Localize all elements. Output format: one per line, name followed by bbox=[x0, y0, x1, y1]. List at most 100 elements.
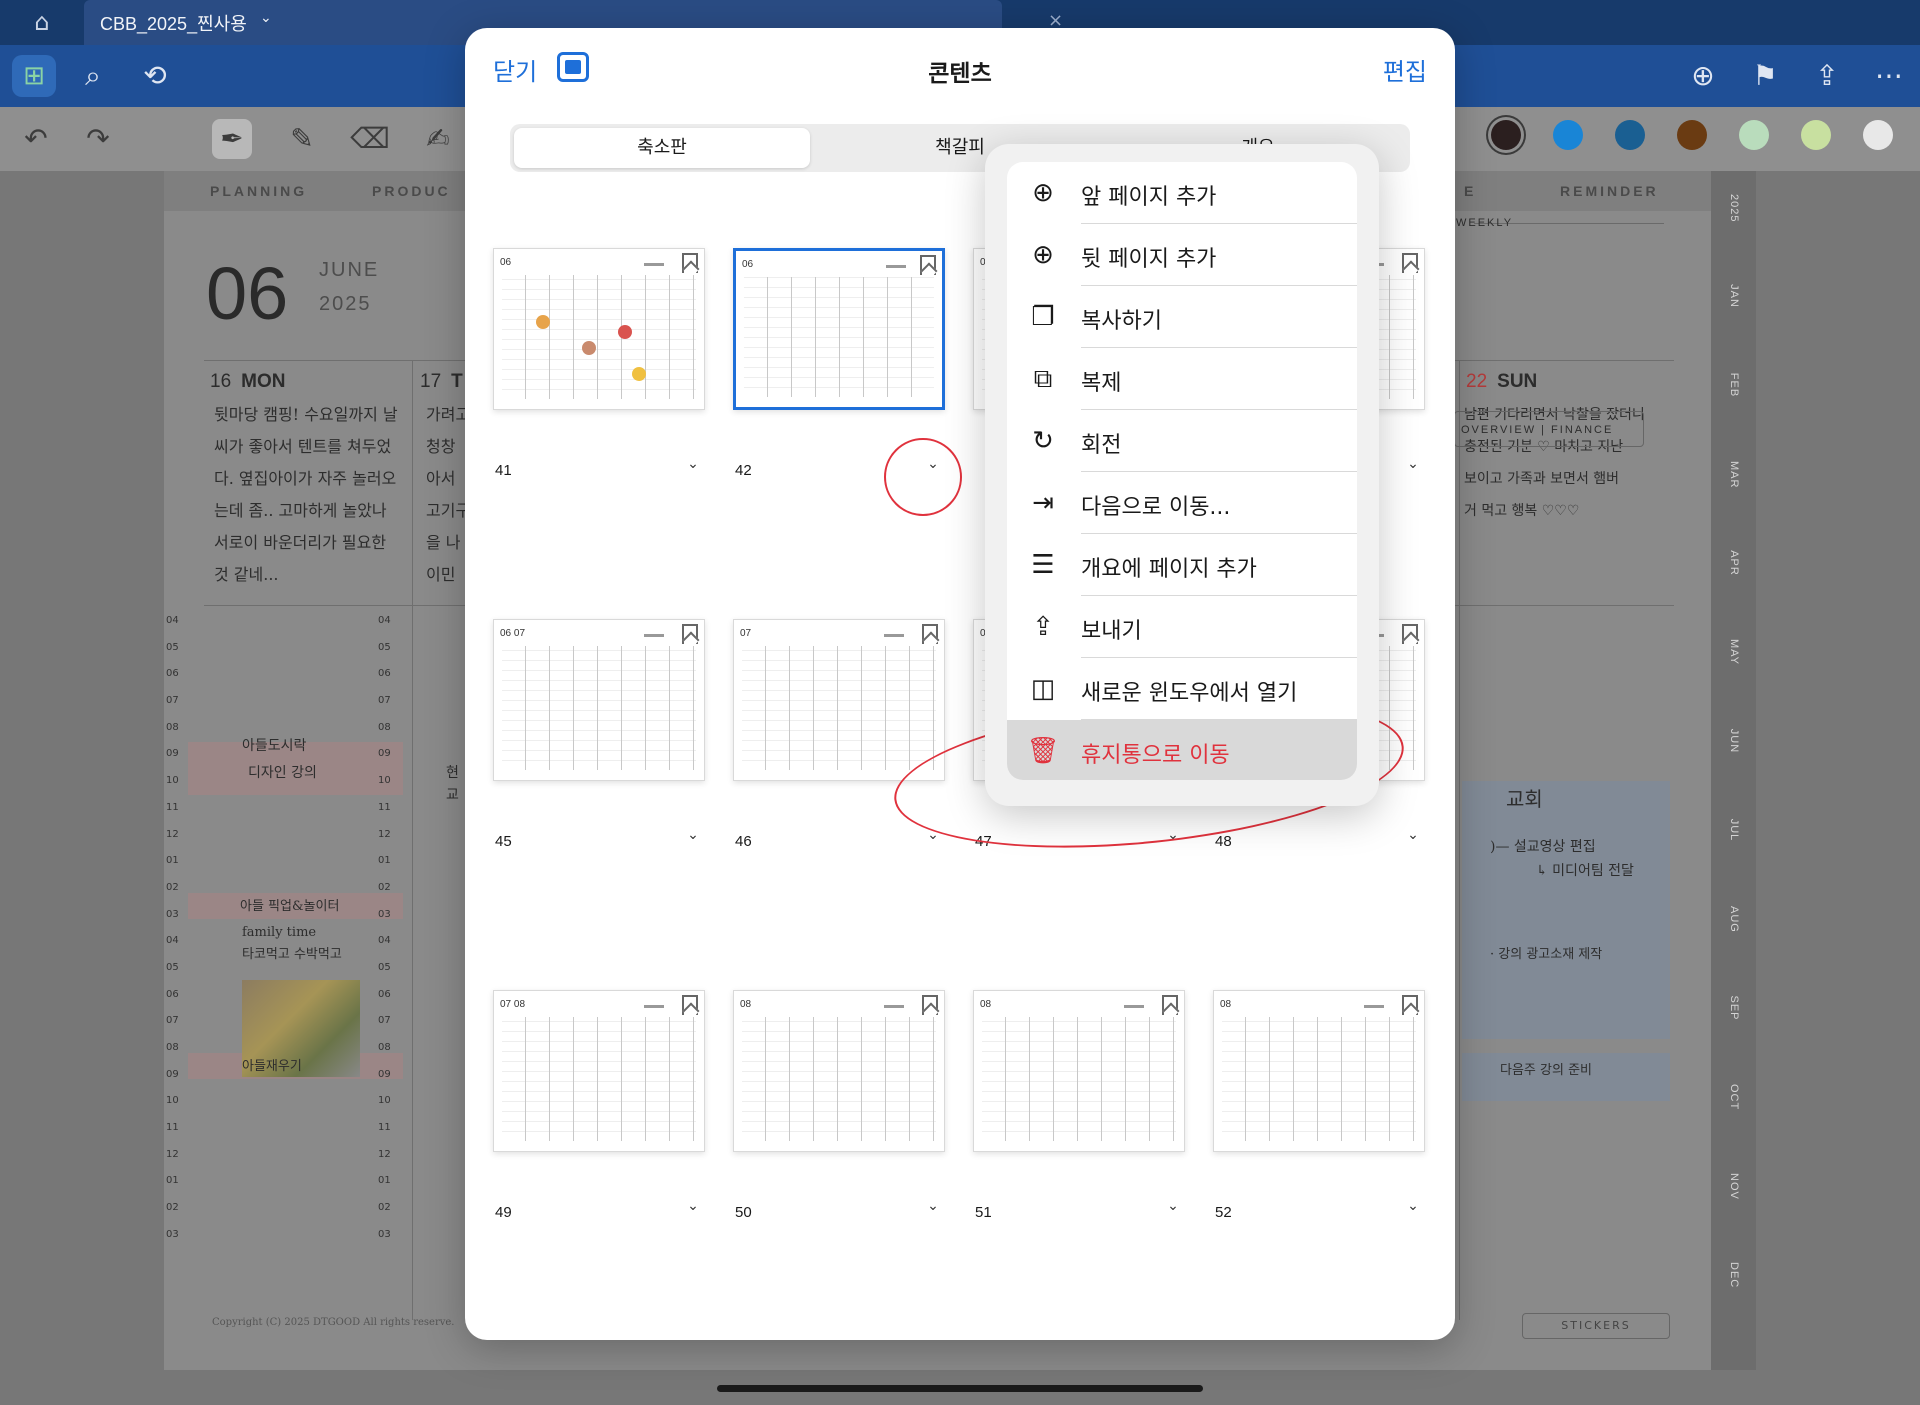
sun-event: ↳ 미디어팀 전달 bbox=[1536, 863, 1634, 879]
chevron-down-icon[interactable]: ⌄ bbox=[683, 1198, 703, 1214]
thumbnail-grid bbox=[742, 1017, 936, 1141]
hour-label: 10 bbox=[378, 1095, 391, 1107]
rotate-icon: ↻ bbox=[1032, 426, 1054, 456]
chevron-down-icon[interactable]: ⌄ bbox=[1403, 1198, 1423, 1214]
page-number: 46 bbox=[735, 833, 752, 850]
month-tab[interactable]: FEB bbox=[1728, 372, 1740, 398]
bookmark-icon[interactable] bbox=[1402, 253, 1418, 273]
weekly-tabs[interactable]: OVERVIEW | FINANCE bbox=[1454, 411, 1644, 447]
bookmark-icon[interactable] bbox=[1162, 995, 1178, 1015]
color-swatch[interactable] bbox=[1801, 120, 1831, 150]
page-thumbnail[interactable]: 08 bbox=[733, 990, 945, 1152]
bookmark-icon[interactable]: ⚑ bbox=[1746, 57, 1784, 95]
share-icon[interactable]: ⇪ bbox=[1808, 57, 1846, 95]
menu-item[interactable]: ↻ 회전 bbox=[1007, 410, 1357, 472]
chevron-down-icon[interactable]: ⌄ bbox=[683, 456, 703, 472]
bookmark-icon[interactable] bbox=[682, 253, 698, 273]
month-tab[interactable]: MAY bbox=[1728, 639, 1740, 665]
eraser-icon[interactable]: ⌫ bbox=[350, 119, 390, 159]
new-window-icon: ◫ bbox=[1030, 674, 1056, 704]
chevron-down-icon[interactable]: ⌄ bbox=[1403, 456, 1423, 472]
grid-icon[interactable]: ⊞ bbox=[12, 55, 56, 97]
month-tab[interactable]: MAR bbox=[1728, 461, 1740, 488]
color-swatch[interactable] bbox=[1863, 120, 1893, 150]
color-swatch[interactable] bbox=[1615, 120, 1645, 150]
page-thumbnail[interactable]: 07 08 bbox=[493, 990, 705, 1152]
hour-label: 05 bbox=[378, 961, 391, 973]
hour-label: 07 bbox=[378, 695, 391, 707]
month-tab[interactable]: APR bbox=[1728, 550, 1740, 576]
page-thumbnail[interactable]: 06 bbox=[493, 248, 705, 410]
menu-item[interactable]: ⊕ 앞 페이지 추가 bbox=[1007, 162, 1357, 224]
menu-item[interactable]: ⇥ 다음으로 이동... bbox=[1007, 472, 1357, 534]
color-swatch[interactable] bbox=[1491, 120, 1521, 150]
chevron-down-icon[interactable]: ⌄ bbox=[260, 10, 272, 26]
segment-thumbnails[interactable]: 축소판 bbox=[514, 128, 810, 168]
month-tab[interactable]: AUG bbox=[1728, 906, 1740, 933]
color-swatch[interactable] bbox=[1677, 120, 1707, 150]
hour-label: 03 bbox=[166, 1228, 179, 1240]
month-tab[interactable]: NOV bbox=[1728, 1173, 1740, 1200]
thumbnail-grid bbox=[744, 277, 934, 397]
lasso-icon[interactable]: ⟲ bbox=[136, 57, 174, 95]
month-tab[interactable]: OCT bbox=[1728, 1084, 1740, 1110]
bookmark-icon[interactable] bbox=[682, 995, 698, 1015]
menu-item[interactable]: ❐ 복사하기 bbox=[1007, 286, 1357, 348]
move-to-icon: ⇥ bbox=[1032, 488, 1054, 518]
hour-label: 03 bbox=[378, 908, 391, 920]
planner-tab-production[interactable]: PRODUC bbox=[372, 183, 451, 199]
menu-item[interactable]: ⇪ 보내기 bbox=[1007, 596, 1357, 658]
planner-tab-reminder[interactable]: REMINDER bbox=[1560, 183, 1659, 199]
stickers-button[interactable]: STICKERS bbox=[1522, 1313, 1670, 1339]
home-icon[interactable]: ⌂ bbox=[24, 8, 60, 36]
month-tab[interactable]: JAN bbox=[1728, 283, 1740, 309]
add-page-icon[interactable]: ⊕ bbox=[1684, 57, 1722, 95]
chevron-down-icon[interactable]: ⌄ bbox=[1163, 1198, 1183, 1214]
color-swatch[interactable] bbox=[1739, 120, 1769, 150]
menu-item[interactable]: ⧉ 복제 bbox=[1007, 348, 1357, 410]
bookmark-icon[interactable] bbox=[1402, 995, 1418, 1015]
page-number: 50 bbox=[735, 1204, 752, 1221]
thumbnail-mark bbox=[644, 634, 664, 637]
hour-label: 08 bbox=[378, 1042, 391, 1053]
chevron-down-icon[interactable]: ⌄ bbox=[923, 1198, 943, 1214]
redo-icon[interactable]: ↷ bbox=[78, 119, 118, 159]
sticker bbox=[618, 325, 632, 339]
page-thumbnail[interactable]: 08 bbox=[973, 990, 1185, 1152]
bookmark-icon[interactable] bbox=[920, 255, 936, 275]
page-thumbnail[interactable]: 07 bbox=[733, 619, 945, 781]
month-tab[interactable]: SEP bbox=[1728, 995, 1740, 1021]
highlighter-icon[interactable]: ✍ bbox=[418, 119, 458, 159]
pencil-icon[interactable]: ✎ bbox=[282, 119, 322, 159]
chevron-down-icon[interactable]: ⌄ bbox=[1403, 827, 1423, 843]
pen-icon[interactable]: ✒ bbox=[212, 119, 252, 159]
undo-icon[interactable]: ↶ bbox=[16, 119, 56, 159]
duplicate-icon: ⧉ bbox=[1033, 364, 1053, 394]
planner-tab-planning[interactable]: PLANNING bbox=[210, 183, 307, 199]
menu-item[interactable]: 🗑 휴지통으로 이동 bbox=[1007, 720, 1357, 780]
bookmark-icon[interactable] bbox=[922, 624, 938, 644]
bookmark-icon[interactable] bbox=[1402, 624, 1418, 644]
home-indicator bbox=[717, 1385, 1203, 1392]
menu-item[interactable]: ⊕ 뒷 페이지 추가 bbox=[1007, 224, 1357, 286]
menu-item[interactable]: ☰ 개요에 페이지 추가 bbox=[1007, 534, 1357, 596]
thumbnail-mark bbox=[644, 263, 664, 266]
month-tab[interactable]: JUN bbox=[1728, 728, 1740, 754]
color-swatch[interactable] bbox=[1553, 120, 1583, 150]
month-tab[interactable]: DEC bbox=[1728, 1262, 1740, 1288]
chevron-down-icon[interactable]: ⌄ bbox=[683, 827, 703, 843]
hour-label: 11 bbox=[166, 801, 179, 813]
bookmark-icon[interactable] bbox=[922, 995, 938, 1015]
menu-item[interactable]: ◫ 새로운 윈도우에서 열기 bbox=[1007, 658, 1357, 720]
month-tab[interactable]: 2025 bbox=[1728, 194, 1740, 222]
month-tab[interactable]: JUL bbox=[1728, 817, 1740, 843]
page-thumbnail[interactable]: 06 bbox=[733, 248, 945, 410]
search-icon[interactable]: ⌕ bbox=[74, 57, 112, 95]
more-icon[interactable]: ⋯ bbox=[1870, 57, 1908, 95]
planner-tab-partial[interactable]: E bbox=[1464, 183, 1476, 199]
bookmark-icon[interactable] bbox=[682, 624, 698, 644]
page-thumbnail[interactable]: 08 bbox=[1213, 990, 1425, 1152]
menu-item-label: 회전 bbox=[1081, 433, 1122, 458]
page-thumbnail[interactable]: 06 07 bbox=[493, 619, 705, 781]
edit-button[interactable]: 편집 bbox=[1383, 52, 1427, 87]
